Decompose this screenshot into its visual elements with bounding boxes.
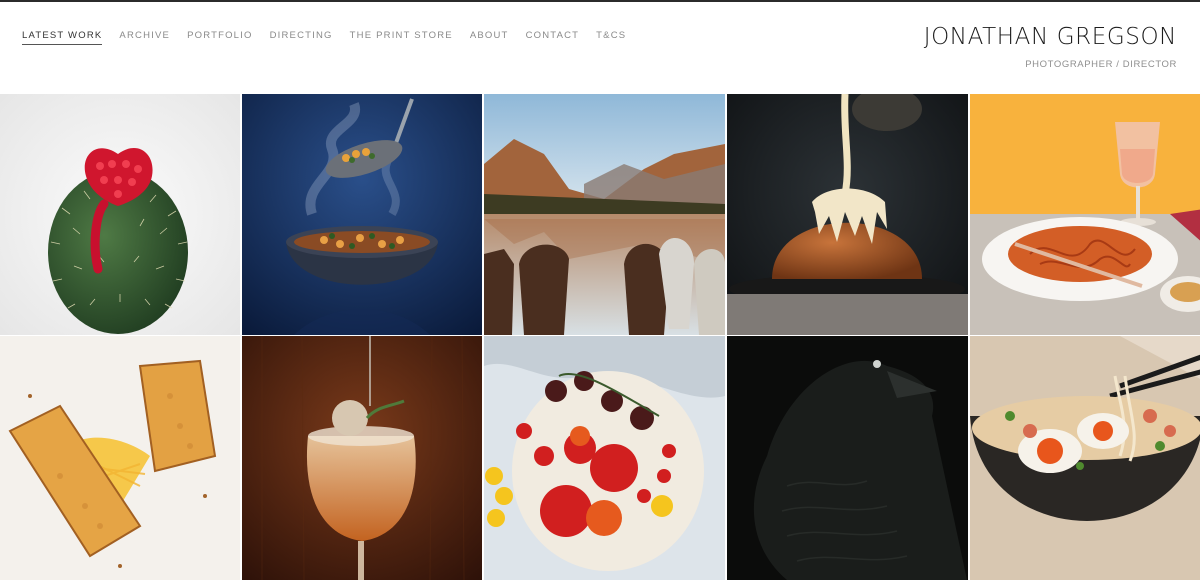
nav-print-store[interactable]: THE PRINT STORE bbox=[350, 30, 453, 45]
cactus-image bbox=[0, 94, 240, 335]
nav-archive[interactable]: ARCHIVE bbox=[119, 30, 170, 45]
gallery-tile-pasta[interactable] bbox=[970, 94, 1200, 335]
nav-latest-work[interactable]: LATEST WORK bbox=[22, 30, 103, 45]
gallery-tile-ramen[interactable] bbox=[970, 336, 1200, 580]
gallery-grid bbox=[0, 94, 1200, 580]
cocktail-image bbox=[242, 336, 482, 580]
toast-image bbox=[0, 336, 240, 580]
gallery-tile-tomatoes[interactable] bbox=[484, 336, 725, 580]
nav-about[interactable]: ABOUT bbox=[470, 30, 509, 45]
nav-portfolio[interactable]: PORTFOLIO bbox=[187, 30, 253, 45]
ramen-image bbox=[970, 336, 1200, 580]
gallery-tile-cactus[interactable] bbox=[0, 94, 240, 335]
pudding-image bbox=[727, 94, 968, 335]
main-nav: LATEST WORK ARCHIVE PORTFOLIO DIRECTING … bbox=[22, 30, 643, 45]
pasta-image bbox=[970, 94, 1200, 335]
tomatoes-image bbox=[484, 336, 725, 580]
raven-image bbox=[727, 336, 968, 580]
brand-block: JONATHAN GREGSON PHOTOGRAPHER / DIRECTOR bbox=[924, 24, 1177, 70]
gallery-tile-toast[interactable] bbox=[0, 336, 240, 580]
site-header: LATEST WORK ARCHIVE PORTFOLIO DIRECTING … bbox=[0, 2, 1200, 94]
site-title[interactable]: JONATHAN GREGSON bbox=[924, 24, 1177, 50]
site-subtitle: PHOTOGRAPHER / DIRECTOR bbox=[1025, 59, 1177, 70]
gallery-tile-horses[interactable] bbox=[484, 94, 725, 335]
gallery-tile-soup[interactable] bbox=[242, 94, 482, 335]
gallery-tile-cocktail[interactable] bbox=[242, 336, 482, 580]
horses-landscape-image bbox=[484, 94, 725, 335]
gallery-tile-pudding[interactable] bbox=[727, 94, 968, 335]
nav-contact[interactable]: CONTACT bbox=[526, 30, 580, 45]
nav-terms[interactable]: T&CS bbox=[596, 30, 626, 45]
gallery-tile-raven[interactable] bbox=[727, 336, 968, 580]
nav-directing[interactable]: DIRECTING bbox=[270, 30, 333, 45]
soup-image bbox=[242, 94, 482, 335]
